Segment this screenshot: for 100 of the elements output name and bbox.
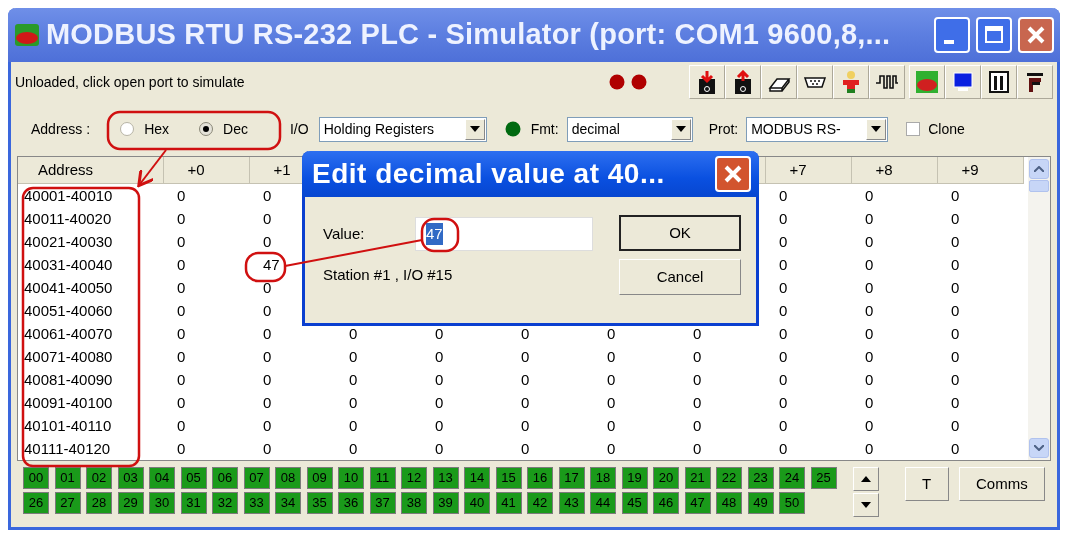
toolbar-button[interactable] (869, 65, 905, 99)
station-indicator[interactable]: 16 (527, 467, 553, 489)
column-header[interactable]: +7 (765, 157, 851, 184)
table-cell: 0 (951, 324, 960, 342)
station-indicator[interactable]: 27 (54, 492, 81, 514)
station-indicator[interactable]: 30 (149, 492, 175, 514)
address-label: Address : (31, 119, 91, 139)
column-header[interactable]: Address (18, 157, 163, 184)
value-field[interactable]: 47 (415, 217, 593, 251)
station-indicator[interactable]: 31 (180, 492, 207, 514)
station-indicator[interactable]: 33 (243, 492, 270, 514)
station-indicator[interactable]: 29 (117, 492, 144, 514)
ok-button[interactable]: OK (619, 215, 741, 251)
address-cell: 40091-40100 (24, 393, 113, 411)
scrollbar[interactable] (1028, 157, 1050, 460)
toolbar-button[interactable] (689, 65, 725, 99)
station-indicator[interactable]: 40 (464, 492, 490, 514)
column-header[interactable]: +8 (851, 157, 937, 184)
toolbar-button[interactable] (981, 65, 1017, 99)
station-indicator[interactable]: 47 (684, 492, 711, 514)
close-button[interactable] (715, 156, 751, 192)
station-indicator[interactable]: 21 (684, 467, 711, 489)
station-indicator[interactable]: 09 (306, 467, 333, 489)
station-indicator[interactable]: 45 (621, 492, 648, 514)
station-indicator[interactable]: 32 (212, 492, 238, 514)
station-indicator[interactable]: 24 (779, 467, 805, 489)
scroll-up-button[interactable] (852, 467, 879, 491)
station-indicator[interactable]: 10 (338, 467, 364, 489)
station-indicator[interactable]: 44 (590, 492, 616, 514)
station-indicator[interactable]: 41 (495, 492, 522, 514)
station-indicator[interactable]: 18 (590, 467, 616, 489)
column-header[interactable]: +0 (163, 157, 249, 184)
station-indicator[interactable]: 49 (747, 492, 774, 514)
table-cell: 0 (865, 209, 874, 227)
minimize-button[interactable] (934, 17, 970, 53)
station-indicator[interactable]: 17 (558, 467, 585, 489)
close-button[interactable] (1018, 17, 1054, 53)
station-indicator[interactable]: 14 (464, 467, 490, 489)
radio-option[interactable]: Dec (199, 118, 248, 140)
scroll-down-button[interactable] (852, 493, 879, 517)
address-cell: 40081-40090 (24, 370, 113, 388)
annotation-outline (420, 217, 460, 253)
column-header[interactable]: +9 (937, 157, 1023, 184)
toolbar-button[interactable] (1017, 65, 1053, 99)
station-indicator[interactable]: 38 (401, 492, 427, 514)
toolbar-button[interactable] (761, 65, 797, 99)
table-cell: 0 (177, 393, 186, 411)
address-cell: 40041-40050 (24, 278, 113, 296)
station-indicator[interactable]: 48 (716, 492, 742, 514)
station-indicator[interactable]: 36 (338, 492, 364, 514)
t-button[interactable]: T (904, 467, 949, 501)
table-cell: 0 (951, 278, 960, 296)
station-indicator[interactable]: 02 (86, 467, 112, 489)
station-indicator[interactable]: 20 (653, 467, 679, 489)
maximize-icon (984, 25, 1004, 45)
station-indicator[interactable]: 42 (527, 492, 553, 514)
clone-checkbox[interactable]: Clone (906, 118, 965, 140)
station-indicator[interactable]: 22 (716, 467, 742, 489)
station-indicator[interactable]: 26 (23, 492, 49, 514)
station-indicator[interactable]: 12 (401, 467, 427, 489)
station-indicator[interactable]: 00 (23, 467, 49, 489)
format-label: Fmt: (530, 119, 559, 139)
station-indicator[interactable]: 15 (495, 467, 522, 489)
scrollbar-thumb[interactable] (1029, 180, 1049, 192)
toolbar-button[interactable] (725, 65, 761, 99)
station-indicator[interactable]: 43 (558, 492, 585, 514)
station-indicator[interactable]: 01 (54, 467, 81, 489)
protocol-dropdown[interactable]: MODBUS RS- (746, 116, 889, 142)
table-cell: 0 (865, 232, 874, 250)
station-indicator[interactable]: 11 (369, 467, 396, 489)
station-indicator[interactable]: 50 (779, 492, 805, 514)
maximize-button[interactable] (976, 17, 1012, 53)
station-indicator[interactable]: 23 (747, 467, 774, 489)
station-indicator[interactable]: 05 (180, 467, 207, 489)
station-indicator[interactable]: 04 (149, 467, 175, 489)
station-indicator[interactable]: 25 (810, 467, 837, 489)
station-indicator[interactable]: 37 (369, 492, 396, 514)
comms-button[interactable]: Comms (958, 467, 1045, 501)
radio-option[interactable]: Hex (120, 118, 170, 140)
table-cell: 0 (693, 324, 702, 342)
station-indicator[interactable]: 39 (432, 492, 459, 514)
io-dropdown[interactable]: Holding Registers (318, 116, 487, 142)
station-indicator[interactable]: 08 (275, 467, 301, 489)
station-indicator[interactable]: 03 (117, 467, 144, 489)
toolbar-button[interactable] (797, 65, 833, 99)
station-indicator[interactable]: 06 (212, 467, 238, 489)
table-cell: 0 (263, 301, 272, 319)
station-indicator[interactable]: 07 (243, 467, 270, 489)
station-indicator[interactable]: 28 (86, 492, 112, 514)
minimize-icon (944, 40, 954, 44)
station-indicator[interactable]: 13 (432, 467, 459, 489)
toolbar-button[interactable] (945, 65, 981, 99)
station-indicator[interactable]: 19 (621, 467, 648, 489)
cancel-button[interactable]: Cancel (619, 259, 741, 295)
station-indicator[interactable]: 46 (653, 492, 679, 514)
station-indicator[interactable]: 34 (275, 492, 301, 514)
station-indicator[interactable]: 35 (306, 492, 333, 514)
format-dropdown[interactable]: decimal (566, 116, 693, 142)
table-cell: 0 (693, 370, 702, 388)
table-cell: 0 (779, 255, 788, 273)
